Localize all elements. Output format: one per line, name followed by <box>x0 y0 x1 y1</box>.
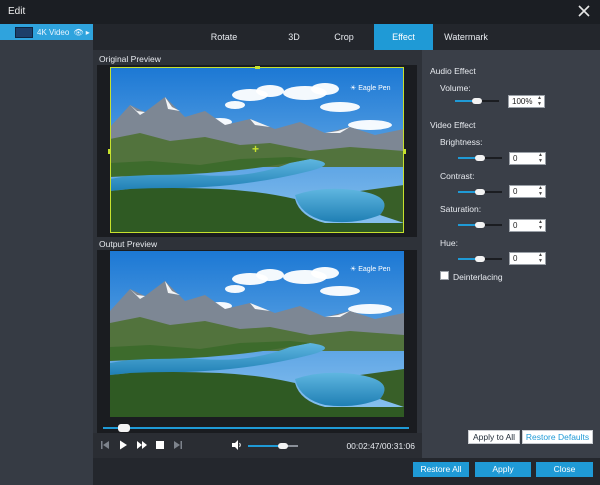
apply-to-all-button[interactable]: Apply to All <box>468 430 520 444</box>
spin-arrows-icon[interactable]: ▲ ▼ <box>538 152 543 164</box>
progress-thumb[interactable] <box>118 424 131 432</box>
file-list-item[interactable]: 4K Video 👁 ▸ <box>0 24 93 40</box>
skip-back-icon[interactable] <box>99 439 111 451</box>
effect-settings-panel: Audio Effect Volume: 100% ▲ ▼ Video Effect… <box>422 50 600 458</box>
file-name: 4K Video <box>37 27 70 37</box>
original-preview-box: + ☀ Eagle Pen <box>97 65 417 237</box>
spin-arrows-icon[interactable]: ▲ ▼ <box>538 252 543 264</box>
dialog-footer: Restore All Apply Close <box>93 458 600 485</box>
volume-value: 100% <box>512 97 533 106</box>
deinterlacing-checkbox[interactable] <box>440 271 449 280</box>
preview-panel: Original Preview + ☀ Eagle Pen Output Pr… <box>93 50 422 458</box>
restore-all-button[interactable]: Restore All <box>413 462 469 477</box>
volume-slider[interactable] <box>455 96 499 106</box>
brightness-value-input[interactable]: 0 ▲ ▼ <box>509 152 546 165</box>
landscape-image <box>110 251 404 417</box>
title-bar: Edit <box>0 0 600 24</box>
progress-timeline[interactable] <box>97 423 417 433</box>
hue-label: Hue: <box>440 238 458 248</box>
fast-forward-icon[interactable] <box>136 439 148 451</box>
time-total: 00:31:06 <box>381 441 415 451</box>
saturation-value: 0 <box>513 221 518 230</box>
file-thumbnail <box>15 26 33 38</box>
time-current: 00:02:47 <box>346 441 380 451</box>
time-display: 00:02:47/00:31:06 <box>346 441 415 451</box>
progress-track <box>103 427 409 429</box>
brightness-slider[interactable] <box>458 153 502 163</box>
crop-center-icon: + <box>252 142 260 156</box>
player-controls: 00:02:47/00:31:06 <box>93 433 422 458</box>
skip-end-icon[interactable] <box>172 439 184 451</box>
hue-value: 0 <box>513 254 518 263</box>
brightness-value: 0 <box>513 154 518 163</box>
file-list-sidebar: 4K Video 👁 ▸ <box>0 24 93 485</box>
output-preview-label: Output Preview <box>99 239 158 249</box>
spin-arrows-icon[interactable]: ▲ ▼ <box>537 95 542 107</box>
saturation-label: Saturation: <box>440 204 482 214</box>
tab-effect[interactable]: Effect <box>374 24 433 50</box>
file-status-icons: 👁 ▸ <box>73 27 90 37</box>
volume-icon[interactable] <box>231 439 243 451</box>
video-effect-title: Video Effect <box>430 120 476 130</box>
tab-3d[interactable]: 3D <box>273 24 315 50</box>
stop-icon[interactable] <box>154 439 166 451</box>
contrast-slider[interactable] <box>458 187 502 197</box>
crop-handle-top[interactable] <box>255 66 260 69</box>
saturation-value-input[interactable]: 0 ▲ ▼ <box>509 219 546 232</box>
contrast-label: Contrast: <box>440 171 475 181</box>
deinterlacing-label: Deinterlacing <box>453 272 503 282</box>
crop-handle-left[interactable] <box>108 149 111 154</box>
close-icon[interactable] <box>576 3 592 19</box>
hue-slider[interactable] <box>458 254 502 264</box>
tab-watermark[interactable]: Watermark <box>433 24 499 50</box>
contrast-value-input[interactable]: 0 ▲ ▼ <box>509 185 546 198</box>
window-title: Edit <box>8 6 26 17</box>
contrast-value: 0 <box>513 187 518 196</box>
apply-button[interactable]: Apply <box>475 462 531 477</box>
tab-rotate[interactable]: Rotate <box>200 24 248 50</box>
restore-defaults-button[interactable]: Restore Defaults <box>522 430 593 444</box>
volume-thumb[interactable] <box>278 443 288 449</box>
volume-label: Volume: <box>440 83 471 93</box>
output-watermark: ☀ Eagle Pen <box>350 266 391 273</box>
original-watermark: ☀ Eagle Pen <box>350 85 391 92</box>
volume-value-input[interactable]: 100% ▲ ▼ <box>508 95 545 108</box>
edit-tabs: Rotate 3D Crop Effect Watermark <box>93 24 600 50</box>
close-button[interactable]: Close <box>536 462 593 477</box>
audio-effect-title: Audio Effect <box>430 66 476 76</box>
tab-crop[interactable]: Crop <box>321 24 367 50</box>
output-preview-box: ☀ Eagle Pen <box>97 250 417 423</box>
spin-arrows-icon[interactable]: ▲ ▼ <box>538 185 543 197</box>
hue-value-input[interactable]: 0 ▲ ▼ <box>509 252 546 265</box>
original-preview-label: Original Preview <box>99 54 161 64</box>
spin-arrows-icon[interactable]: ▲ ▼ <box>538 219 543 231</box>
crop-handle-right[interactable] <box>403 149 406 154</box>
output-preview-video <box>110 251 404 417</box>
play-icon[interactable] <box>117 439 129 451</box>
saturation-slider[interactable] <box>458 220 502 230</box>
brightness-label: Brightness: <box>440 137 483 147</box>
